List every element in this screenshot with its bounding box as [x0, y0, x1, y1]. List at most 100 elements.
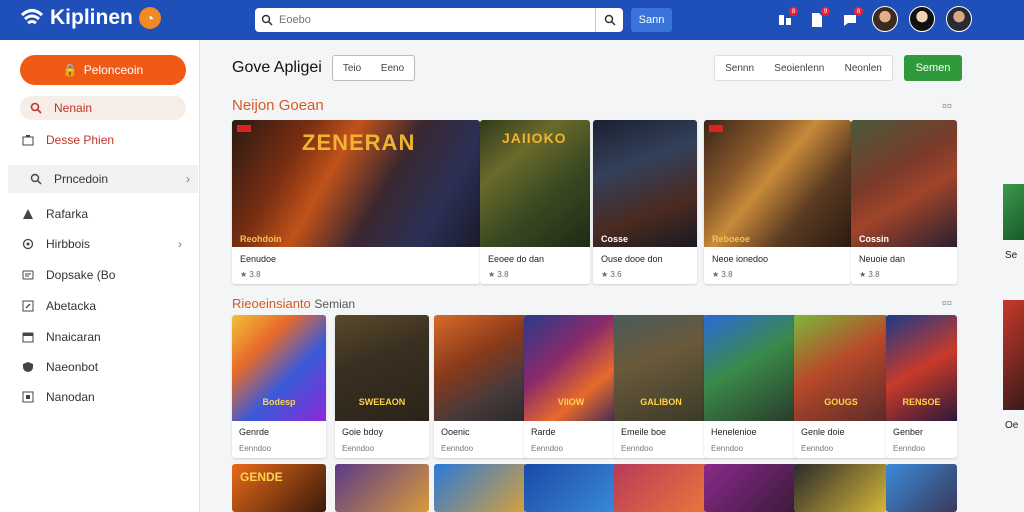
- sidebar-item-prncedoin[interactable]: Prncedoin ›: [8, 165, 198, 193]
- sidebar-item-nnaicaran[interactable]: Nnaicaran: [20, 325, 190, 349]
- game-tile[interactable]: GENDE: [232, 464, 326, 512]
- sidebar: 🔒 Pelonceoin Nenain Desse Phien Prncedoi…: [0, 40, 200, 512]
- featured-card-name: Neuoie dan: [859, 254, 906, 264]
- top-bar: Kiplinen ◔ Sann 8 9 8: [0, 0, 1024, 40]
- featured-card-caption: Cossin: [859, 234, 890, 244]
- game-tile[interactable]: [335, 464, 429, 512]
- sidebar-item-dopsake[interactable]: Dopsake (Bo: [20, 263, 190, 287]
- avatar-user-3[interactable]: [946, 6, 972, 32]
- game-tile-sub: Eenndoo: [342, 444, 375, 453]
- app-logo[interactable]: Kiplinen ◔: [20, 6, 161, 30]
- game-tile[interactable]: RENSOE Genber Eenndoo: [886, 315, 957, 458]
- edge-card-art[interactable]: [1003, 300, 1024, 410]
- documents-button[interactable]: 9: [806, 7, 830, 31]
- chevron-right-icon: ›: [178, 237, 182, 251]
- featured-card[interactable]: JAIIOKO Eeoee do dan ★ 3.8: [480, 120, 590, 284]
- game-tile[interactable]: Bodesp Genrde Eenndoo: [232, 315, 326, 458]
- grid-section-title-extra: Semian: [314, 297, 356, 311]
- sidebar-item-naeonbot[interactable]: Naeonbot: [20, 355, 190, 379]
- grid-more-link[interactable]: ¤¤: [942, 298, 952, 308]
- page-title: Gove Apligei: [232, 59, 322, 76]
- game-tile[interactable]: SWEEAON Goie bdoy Eenndoo: [335, 315, 429, 458]
- sidebar-item-label: Desse Phien: [46, 133, 115, 147]
- game-tile-art-title: VIIOW: [557, 397, 585, 407]
- messages-button[interactable]: 8: [839, 7, 863, 31]
- app-logo-text: Kiplinen: [50, 6, 133, 29]
- featured-card-caption: Reboeoe: [712, 234, 751, 244]
- game-tile[interactable]: [434, 464, 528, 512]
- featured-card[interactable]: ZENERAN Reohdoin Eenudoe ★ 3.8: [232, 120, 480, 284]
- primary-action-label: Pelonceoin: [83, 63, 144, 77]
- game-art-image: [593, 120, 697, 247]
- featured-card-rating: ★ 3.8: [488, 270, 509, 279]
- game-tile-name: Henelenioe: [711, 427, 757, 437]
- notifications-button[interactable]: 8: [774, 7, 798, 31]
- view-toggle-option-b[interactable]: Eeno: [381, 63, 404, 74]
- game-tile[interactable]: [614, 464, 708, 512]
- sidebar-item-abetacka[interactable]: Abetacka: [20, 294, 190, 318]
- hot-tag-badge: [709, 125, 723, 132]
- filter-option-seoienlenn[interactable]: Seoienlenn: [774, 63, 824, 74]
- filter-option-neonlen[interactable]: Neonlen: [845, 63, 882, 74]
- avatar-user-1[interactable]: [872, 6, 898, 32]
- featured-card-caption: Cosse: [601, 234, 629, 244]
- search-icon: [28, 100, 44, 116]
- game-tile-name: Emeile boe: [621, 427, 667, 437]
- primary-action-button[interactable]: 🔒 Pelonceoin: [20, 55, 186, 85]
- search-submit-button[interactable]: [595, 8, 623, 32]
- game-tile[interactable]: [886, 464, 957, 512]
- game-art-image: [851, 120, 957, 247]
- game-tile-name: Goie bdoy: [342, 427, 384, 437]
- edge-card-art[interactable]: [1003, 184, 1024, 240]
- sidebar-item-hirbbois[interactable]: Hirbbois ›: [20, 232, 190, 256]
- featured-card-name: Eenudoe: [240, 254, 277, 264]
- avatar-user-2[interactable]: [909, 6, 935, 32]
- game-tile-name: Genrde: [239, 427, 270, 437]
- game-tile-art-title: RENSOE: [902, 397, 941, 407]
- game-tile-sub: Eenndoo: [531, 444, 564, 453]
- scan-button[interactable]: Sann: [631, 8, 672, 32]
- game-tile-name: Genle doie: [801, 427, 845, 437]
- game-tile-art-title: GENDE: [240, 470, 283, 484]
- sidebar-item-rafarka[interactable]: Rafarka: [20, 202, 190, 226]
- filter-option-sennn[interactable]: Sennn: [725, 63, 754, 74]
- game-tile[interactable]: Henelenioe Eenndoo: [704, 315, 798, 458]
- game-tile[interactable]: GALIBON Emeile boe Eenndoo: [614, 315, 708, 458]
- shield-icon: [20, 359, 36, 375]
- game-tile-sub: Eenndoo: [239, 444, 272, 453]
- game-tile-art-title: Bodesp: [262, 397, 296, 407]
- sidebar-item-label: Prncedoin: [54, 172, 109, 186]
- search-icon: [28, 171, 44, 187]
- featured-card-banner-title: ZENERAN: [302, 130, 416, 155]
- search-input[interactable]: [279, 14, 589, 26]
- game-art-image: [704, 315, 798, 421]
- sidebar-item-nanodan[interactable]: Nanodan: [20, 385, 190, 409]
- sidebar-item-nenain[interactable]: Nenain: [20, 96, 186, 120]
- search-icon: [255, 8, 279, 32]
- calendar-icon: [20, 329, 36, 345]
- view-toggle-option-a[interactable]: Teio: [343, 63, 361, 74]
- sidebar-item-label: Hirbbois: [46, 237, 91, 251]
- featured-card-name: Ouse dooe don: [601, 254, 663, 264]
- logo-badge-icon: ◔: [138, 7, 161, 29]
- notification-badge: 8: [789, 7, 798, 16]
- game-tile[interactable]: VIIOW Rarde Eenndoo: [524, 315, 618, 458]
- location-icon: [20, 236, 36, 252]
- featured-card-rating: ★ 3.8: [712, 270, 733, 279]
- game-tile[interactable]: GOUGS Genle doie Eenndoo: [794, 315, 888, 458]
- game-tile[interactable]: [794, 464, 888, 512]
- featured-card-name: Neoe ionedoo: [712, 254, 769, 264]
- store-icon: [20, 132, 36, 148]
- featured-card-name: Eeoee do dan: [488, 254, 545, 264]
- sidebar-item-label: Nenain: [54, 101, 93, 115]
- game-tile[interactable]: [524, 464, 618, 512]
- featured-card[interactable]: Cossin Neuoie dan ★ 3.8: [851, 120, 957, 284]
- featured-card[interactable]: Cosse Ouse dooe don ★ 3.6: [593, 120, 697, 284]
- game-tile[interactable]: Ooenic Eenndoo: [434, 315, 528, 458]
- featured-more-link[interactable]: ¤¤: [942, 101, 952, 111]
- sidebar-item-desse-phien[interactable]: Desse Phien: [20, 128, 190, 152]
- featured-card[interactable]: Reboeoe Neoe ionedoo ★ 3.8: [704, 120, 851, 284]
- edit-icon: [20, 298, 36, 314]
- game-tile[interactable]: [704, 464, 798, 512]
- submit-button[interactable]: Semen: [904, 55, 962, 81]
